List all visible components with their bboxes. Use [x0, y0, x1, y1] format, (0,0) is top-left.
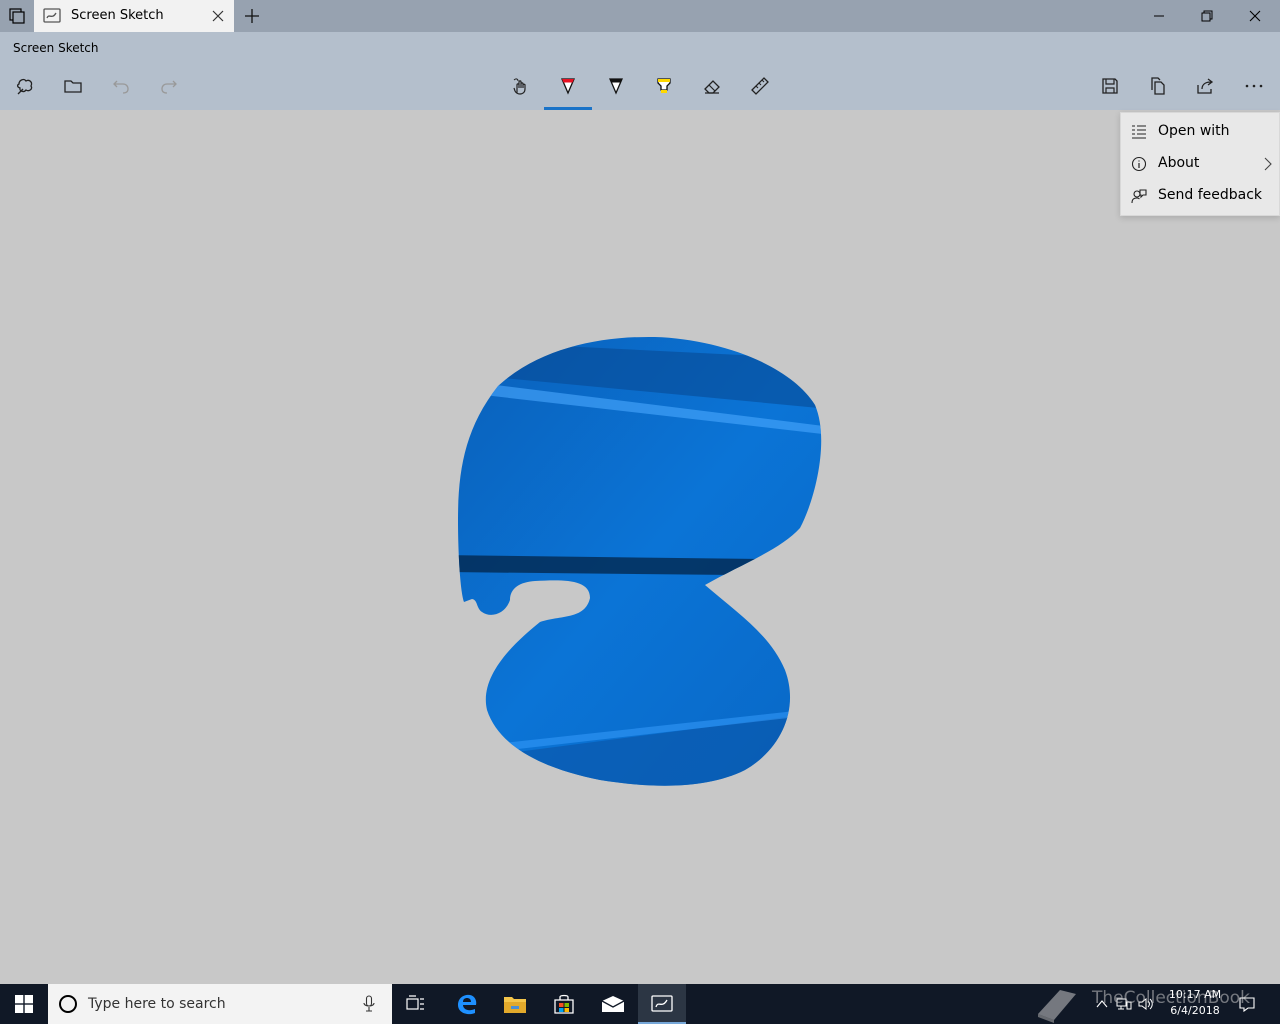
share-button[interactable] [1182, 70, 1230, 102]
open-folder-icon [64, 80, 82, 93]
copy-button[interactable] [1134, 70, 1182, 102]
new-tab-icon[interactable] [240, 4, 264, 28]
pencil-button[interactable] [592, 70, 640, 102]
pencil-icon [609, 78, 623, 95]
open-file-button[interactable] [49, 70, 97, 102]
eraser-icon [704, 80, 720, 94]
menu-item-label: About [1158, 155, 1200, 171]
app-title: Screen Sketch [13, 41, 99, 55]
toolbar: Screen Sketch [0, 32, 1280, 110]
ballpoint-pen-button[interactable] [544, 70, 592, 102]
share-icon [1197, 78, 1214, 94]
undo-icon [113, 80, 129, 94]
touch-writing-button[interactable] [496, 70, 544, 102]
feedback-icon [1131, 189, 1147, 204]
edge-taskbar-button[interactable] [443, 984, 491, 1024]
screen-sketch-icon [43, 8, 61, 23]
menu-item-label: Send feedback [1158, 187, 1263, 203]
menu-item-label: Open with [1158, 123, 1230, 139]
drawing-canvas[interactable] [0, 110, 1280, 983]
ruler-icon [751, 77, 769, 95]
more-icon [1245, 84, 1263, 88]
tab-switcher-button[interactable] [0, 0, 34, 32]
eraser-button[interactable] [688, 70, 736, 102]
restore-button[interactable] [1184, 0, 1230, 32]
open-with-icon [1132, 125, 1146, 139]
redo-icon [161, 80, 177, 94]
menu-item-about[interactable]: About [1121, 148, 1279, 180]
redo-button[interactable] [145, 70, 193, 102]
file-explorer-icon [504, 997, 526, 1013]
title-bar: Screen Sketch [0, 0, 1280, 32]
info-icon [1131, 156, 1147, 172]
edge-icon [458, 994, 477, 1015]
tab-screen-sketch[interactable]: Screen Sketch [34, 0, 234, 32]
menu-item-open-with[interactable]: Open with [1121, 116, 1279, 148]
screen-sketch-icon [651, 995, 673, 1012]
clock-time: 10:17 AM [1168, 988, 1222, 1001]
microphone-icon[interactable] [362, 995, 376, 1013]
new-snip-icon [16, 78, 33, 95]
start-button[interactable] [0, 984, 48, 1024]
book-logo-icon [1038, 990, 1076, 1023]
file-explorer-taskbar-button[interactable] [491, 984, 539, 1024]
minimize-icon [1154, 15, 1164, 17]
touch-writing-icon [513, 78, 526, 95]
close-tab-icon[interactable] [210, 8, 226, 24]
search-placeholder: Type here to search [88, 996, 226, 1012]
watermark-logo [1028, 984, 1084, 1024]
action-center-button[interactable] [1234, 984, 1260, 1024]
taskbar: Type here to search TheCollectionBook 10… [0, 984, 1280, 1024]
undo-button[interactable] [97, 70, 145, 102]
new-snip-button[interactable] [1, 70, 49, 102]
search-box[interactable]: Type here to search [48, 984, 392, 1024]
ruler-button[interactable] [736, 70, 784, 102]
snipped-image [458, 336, 822, 786]
tab-switcher-icon [9, 8, 25, 24]
copy-icon [1151, 77, 1165, 95]
clock-date: 6/4/2018 [1170, 1004, 1220, 1017]
highlighter-button[interactable] [640, 70, 688, 102]
store-icon [554, 994, 574, 1014]
close-icon [1249, 10, 1261, 22]
close-window-button[interactable] [1232, 0, 1278, 32]
clock[interactable]: 10:17 AM 6/4/2018 [1160, 987, 1230, 1019]
restore-icon [1201, 10, 1213, 22]
task-view-button[interactable] [392, 984, 440, 1024]
notification-icon [1239, 997, 1255, 1012]
save-button[interactable] [1086, 70, 1134, 102]
chevron-right-icon [1264, 157, 1272, 171]
ballpoint-pen-icon [561, 78, 575, 95]
highlighter-icon [657, 78, 671, 93]
menu-item-send-feedback[interactable]: Send feedback [1121, 180, 1279, 212]
cortana-icon [59, 995, 77, 1013]
windows-logo-icon [15, 995, 33, 1013]
task-view-icon [406, 995, 424, 1010]
minimize-button[interactable] [1136, 0, 1182, 32]
store-taskbar-button[interactable] [540, 984, 588, 1024]
mail-icon [601, 996, 625, 1012]
tab-label: Screen Sketch [71, 8, 164, 23]
screen-sketch-taskbar-button[interactable] [638, 984, 686, 1024]
save-icon [1102, 78, 1118, 94]
mail-taskbar-button[interactable] [589, 984, 637, 1024]
overflow-menu: Open with About Send feedback [1120, 112, 1280, 216]
more-button[interactable] [1230, 70, 1278, 102]
